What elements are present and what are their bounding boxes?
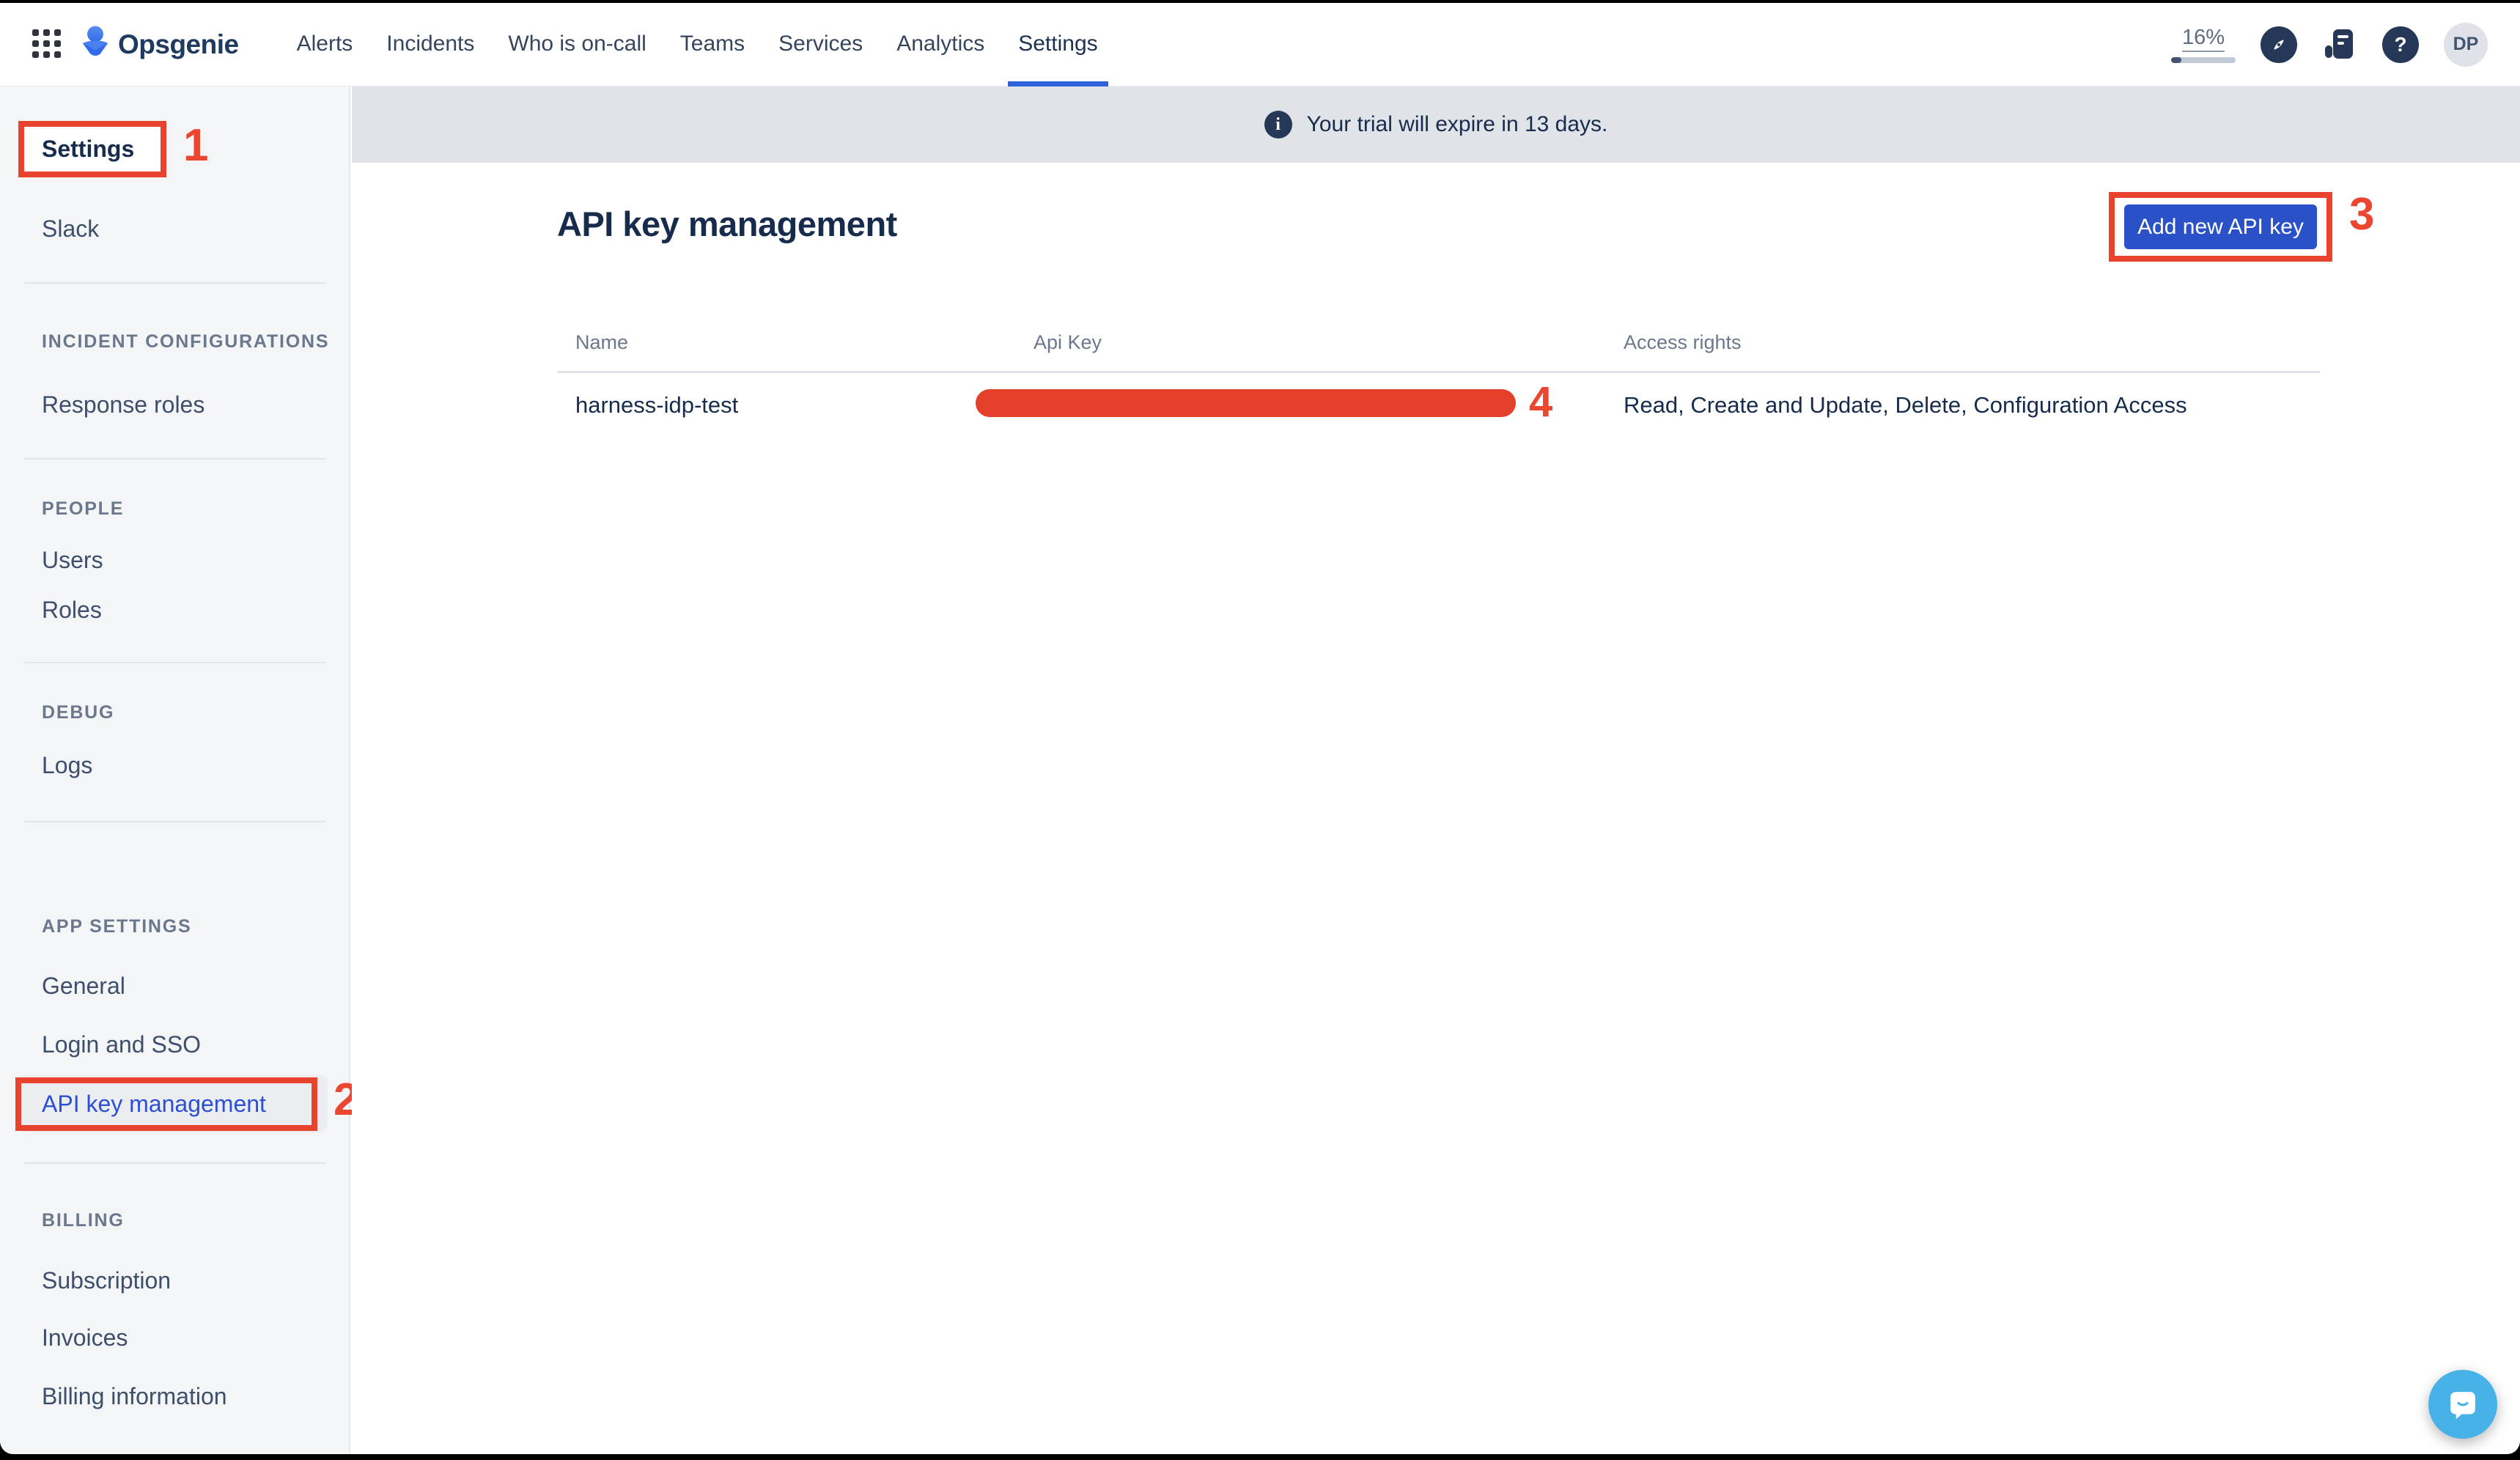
sidebar-divider <box>24 282 326 284</box>
nav-item-alerts[interactable]: Alerts <box>280 3 370 86</box>
sidebar-item-response-roles[interactable]: Response roles <box>42 390 205 419</box>
nav-item-who-is-on-call[interactable]: Who is on-call <box>491 3 663 86</box>
trial-banner: i Your trial will expire in 13 days. <box>352 86 2520 163</box>
brand-title: Opsgenie <box>118 29 239 60</box>
sidebar-item-billing-information[interactable]: Billing information <box>42 1382 227 1411</box>
primary-nav: Alerts Incidents Who is on-call Teams Se… <box>280 3 1115 86</box>
sidebar-divider <box>24 821 326 822</box>
annotation-1: 1 <box>183 120 208 172</box>
api-key-management-label: API key management <box>42 1091 266 1118</box>
sidebar-item-settings[interactable]: Settings <box>18 121 166 177</box>
usage-percent-label: 16% <box>2182 26 2225 52</box>
sidebar-section-app-settings: APP SETTINGS <box>42 915 192 937</box>
whats-new-icon[interactable] <box>2322 27 2357 62</box>
annotation-box-3: Add new API key <box>2109 192 2332 262</box>
navbar-right-controls: 16% ? DP <box>2171 23 2488 67</box>
nav-item-settings-active[interactable]: Settings <box>1001 3 1114 86</box>
sidebar-divider <box>24 458 326 460</box>
main-content: i Your trial will expire in 13 days. API… <box>352 86 2520 1454</box>
nav-item-services[interactable]: Services <box>762 3 880 86</box>
annotation-3: 3 <box>2349 189 2374 240</box>
table-header-access-rights: Access rights <box>1624 331 1742 354</box>
chat-launcher-button[interactable] <box>2428 1370 2497 1439</box>
nav-item-analytics[interactable]: Analytics <box>880 3 1001 86</box>
sidebar-section-debug: DEBUG <box>42 701 114 723</box>
sidebar-item-login-and-sso[interactable]: Login and SSO <box>42 1030 201 1059</box>
sidebar-item-logs[interactable]: Logs <box>42 751 92 780</box>
nav-item-incidents[interactable]: Incidents <box>369 3 491 86</box>
app-switcher-icon[interactable] <box>32 29 62 59</box>
compass-explore-icon[interactable] <box>2261 26 2297 63</box>
settings-sidebar: Settings 1 Slack INCIDENT CONFIGURATIONS… <box>0 86 350 1454</box>
sidebar-item-slack[interactable]: Slack <box>42 214 99 243</box>
sidebar-divider <box>24 662 326 663</box>
sidebar-section-people: PEOPLE <box>42 498 124 520</box>
user-avatar[interactable]: DP <box>2444 23 2488 67</box>
trial-banner-text: Your trial will expire in 13 days. <box>1307 112 1608 137</box>
usage-progress-bar <box>2171 57 2236 63</box>
app-window: Opsgenie Alerts Incidents Who is on-call… <box>0 3 2520 1454</box>
table-header-name: Name <box>575 331 628 354</box>
table-header-divider <box>557 371 2320 373</box>
api-key-name-cell: harness-idp-test <box>575 392 738 419</box>
annotation-4: 4 <box>1529 377 1552 428</box>
sidebar-item-invoices[interactable]: Invoices <box>42 1323 128 1352</box>
sidebar-item-api-key-management[interactable]: API key management <box>15 1077 317 1131</box>
trial-usage-meter[interactable]: 16% <box>2171 26 2236 63</box>
api-key-redaction-bar <box>976 389 1516 417</box>
add-new-api-key-button[interactable]: Add new API key <box>2124 204 2317 249</box>
opsgenie-logo-icon <box>80 25 111 64</box>
api-key-page: API key management Add new API key 3 Nam… <box>352 163 2520 1454</box>
sidebar-item-subscription[interactable]: Subscription <box>42 1266 171 1295</box>
sidebar-item-users[interactable]: Users <box>42 545 103 575</box>
sidebar-item-roles[interactable]: Roles <box>42 595 102 624</box>
chat-bubble-icon <box>2443 1385 2483 1424</box>
table-header-api-key: Api Key <box>1034 331 1102 354</box>
sidebar-section-billing: BILLING <box>42 1209 125 1231</box>
nav-item-teams[interactable]: Teams <box>663 3 762 86</box>
page-title: API key management <box>557 204 897 244</box>
sidebar-section-incident-configurations: INCIDENT CONFIGURATIONS <box>42 331 329 353</box>
top-navbar: Opsgenie Alerts Incidents Who is on-call… <box>0 3 2520 86</box>
info-icon: i <box>1264 111 1292 139</box>
sidebar-item-general[interactable]: General <box>42 971 125 1000</box>
sidebar-divider <box>24 1162 326 1164</box>
sidebar-settings-label: Settings <box>42 136 134 163</box>
help-icon[interactable]: ? <box>2382 26 2419 63</box>
access-rights-cell: Read, Create and Update, Delete, Configu… <box>1624 392 2187 419</box>
